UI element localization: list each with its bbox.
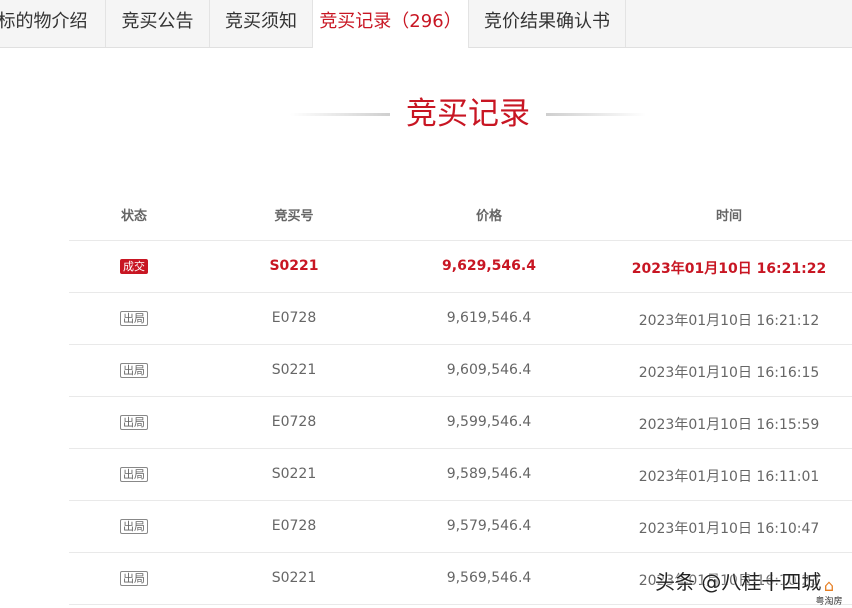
header-price: 价格 [475, 209, 502, 224]
section-heading: 竞买记录 [0, 92, 852, 136]
status-badge: 出局 [120, 415, 148, 430]
section-title: 竞买记录 [406, 96, 530, 132]
bid-time: 2023年01月10日 16:15:59 [638, 417, 820, 433]
header-bid-no: 竞买号 [274, 209, 314, 224]
bid-time: 2023年01月10日 16:16:15 [638, 365, 820, 381]
status-badge: 出局 [120, 519, 148, 534]
tab-result-confirmation[interactable]: 竞价结果确认书 [469, 0, 626, 47]
tab-bid-records[interactable]: 竞买记录（296） [312, 0, 469, 48]
house-icon: ⌂ [823, 576, 835, 595]
tab-notice[interactable]: 竞买须知 [210, 0, 313, 47]
status-badge: 出局 [120, 363, 148, 378]
bid-number: S0221 [271, 362, 317, 378]
logo-text: 粤淘房 [815, 597, 843, 607]
bid-number: S0221 [269, 258, 319, 274]
status-badge: 出局 [120, 571, 148, 586]
bid-time: 2023年01月10日 16:10:47 [638, 521, 820, 537]
watermark-text: 头条 @八桂十四城 [655, 570, 822, 594]
bid-price: 9,609,546.4 [446, 362, 532, 378]
bid-number: E0728 [271, 310, 317, 326]
bid-price: 9,589,546.4 [446, 466, 532, 482]
table-row: 出局 S0221 9,589,546.4 2023年01月10日 16:11:0… [69, 449, 852, 501]
heading-divider-left [290, 113, 390, 116]
status-badge: 出局 [120, 311, 148, 326]
bid-price: 9,579,546.4 [446, 518, 532, 534]
tab-announcement[interactable]: 竞买公告 [106, 0, 210, 47]
table-row: 成交 S0221 9,629,546.4 2023年01月10日 16:21:2… [69, 241, 852, 293]
table-row: 出局 E0728 9,619,546.4 2023年01月10日 16:21:1… [69, 293, 852, 345]
header-status: 状态 [120, 209, 147, 224]
bid-price: 9,629,546.4 [442, 258, 536, 274]
site-logo: ⌂ 粤淘房 [808, 576, 850, 608]
tab-bar: 标的物介绍 竞买公告 竞买须知 竞买记录（296） 竞价结果确认书 [0, 0, 852, 48]
bid-price: 9,619,546.4 [446, 310, 532, 326]
table-row: 出局 S0221 9,609,546.4 2023年01月10日 16:16:1… [69, 345, 852, 397]
table-row: 出局 E0728 9,599,546.4 2023年01月10日 16:15:5… [69, 397, 852, 449]
bid-records-table: 状态 竞买号 价格 时间 成交 S0221 9,629,546.4 2023年0… [69, 186, 852, 605]
status-badge: 出局 [120, 467, 148, 482]
bid-time: 2023年01月10日 16:21:12 [638, 313, 820, 329]
bid-number: S0221 [271, 570, 317, 586]
heading-divider-right [546, 113, 646, 116]
bid-time: 2023年01月10日 16:21:22 [631, 261, 827, 277]
bid-price: 9,599,546.4 [446, 414, 532, 430]
bid-time: 2023年01月10日 16:11:01 [638, 469, 820, 485]
bid-number: E0728 [271, 518, 317, 534]
table-header: 状态 竞买号 价格 时间 [69, 186, 852, 241]
bid-number: E0728 [271, 414, 317, 430]
header-time: 时间 [715, 209, 742, 224]
status-badge: 成交 [120, 259, 148, 274]
bid-number: S0221 [271, 466, 317, 482]
table-row: 出局 E0728 9,579,546.4 2023年01月10日 16:10:4… [69, 501, 852, 553]
tab-item-intro[interactable]: 标的物介绍 [0, 0, 106, 47]
bid-price: 9,569,546.4 [446, 570, 532, 586]
